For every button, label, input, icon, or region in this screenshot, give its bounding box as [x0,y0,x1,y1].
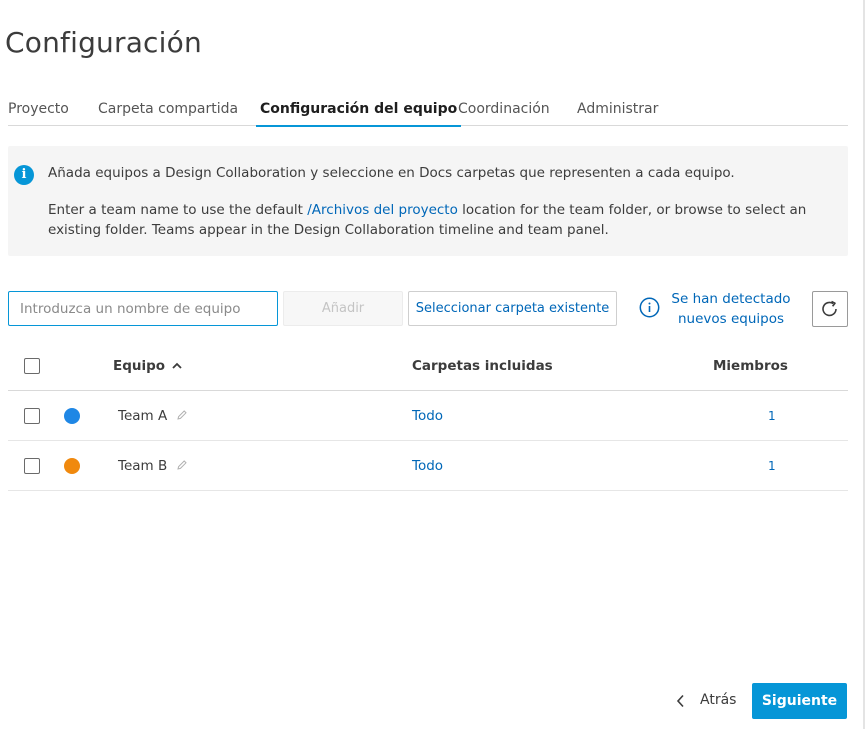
back-label: Atrás [700,692,737,708]
next-button[interactable]: Siguiente [752,683,847,719]
tab-configuracion-equipo[interactable]: Configuración del equipo [255,92,462,127]
new-teams-detected-link[interactable]: Se han detectado nuevos equipos [666,289,796,329]
info-outline-icon [639,297,660,318]
chevron-left-icon [676,694,684,708]
members-count[interactable]: 1 [768,409,776,423]
tab-carpeta-compartida[interactable]: Carpeta compartida [98,92,238,126]
row-checkbox[interactable] [24,458,40,474]
project-files-link[interactable]: /Archivos del proyecto [307,202,458,218]
teams-table: Equipo Carpetas incluidas Miembros Team … [8,341,848,491]
select-all-checkbox[interactable] [24,358,40,374]
team-color-dot [64,458,80,474]
tab-bar: Proyecto Carpeta compartida Configuració… [8,92,848,127]
header-team[interactable]: Equipo [113,358,165,374]
pencil-icon[interactable] [176,459,188,471]
table-header: Equipo Carpetas incluidas Miembros [8,341,848,391]
back-button[interactable]: Atrás [672,684,740,718]
info-description: Enter a team name to use the default /Ar… [48,200,848,240]
team-color-dot [64,408,80,424]
detected-line-2: nuevos equipos [677,311,785,327]
members-count[interactable]: 1 [768,459,776,473]
tab-proyecto[interactable]: Proyecto [8,92,69,126]
select-existing-folder-button[interactable]: Seleccionar carpeta existente [408,291,617,326]
team-name: Team A [118,408,168,424]
refresh-button[interactable] [812,291,848,327]
page-title: Configuración [5,26,202,59]
table-row: Team B Todo 1 [8,441,848,491]
info-text: Añada equipos a Design Collaboration y s… [48,165,735,181]
row-checkbox[interactable] [24,408,40,424]
sort-up-icon[interactable] [171,361,183,371]
info-icon: i [14,165,34,185]
info-banner: i Añada equipos a Design Collaboration y… [8,146,848,256]
included-folders-link[interactable]: Todo [412,408,443,424]
tab-coordinacion[interactable]: Coordinación [458,92,550,126]
header-folders: Carpetas incluidas [412,358,553,374]
tab-administrar[interactable]: Administrar [577,92,658,126]
detected-line-1: Se han detectado [671,291,791,307]
table-row: Team A Todo 1 [8,391,848,441]
team-name: Team B [118,458,168,474]
info-description-start: Enter a team name to use the default [48,202,308,218]
team-name-input[interactable] [8,291,278,326]
refresh-icon [822,300,837,317]
add-button[interactable]: Añadir [283,291,403,326]
header-members: Miembros [713,358,788,374]
pencil-icon[interactable] [176,409,188,421]
included-folders-link[interactable]: Todo [412,458,443,474]
